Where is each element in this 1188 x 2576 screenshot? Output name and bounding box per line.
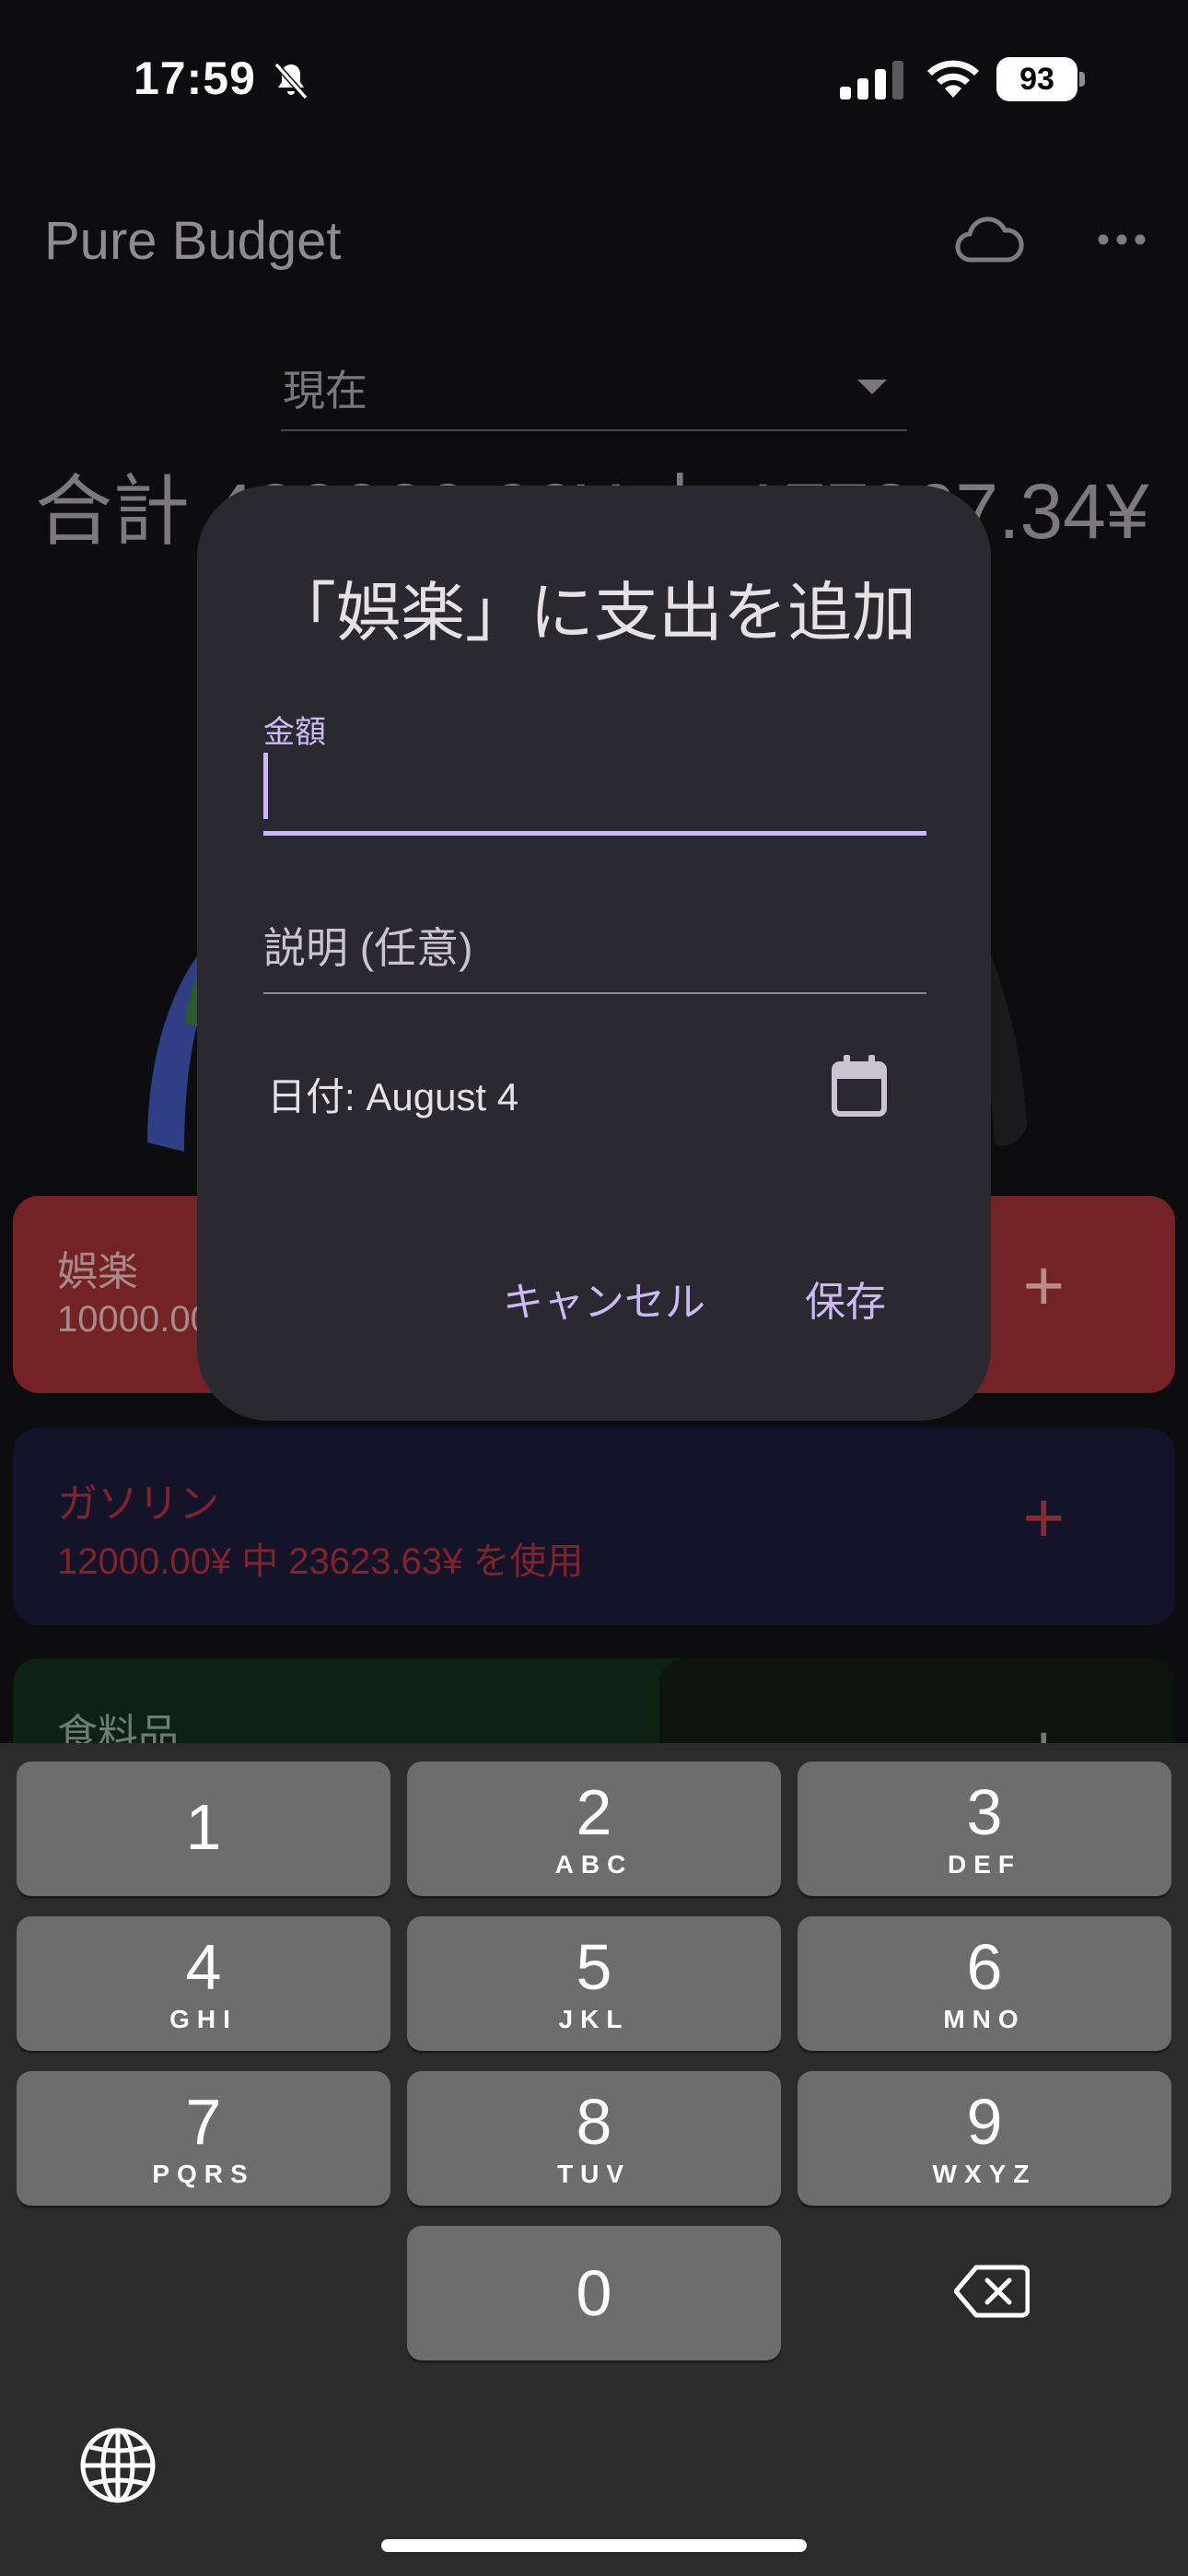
save-button[interactable]: 保存 — [798, 1259, 893, 1337]
status-time: 17:59 — [134, 53, 256, 104]
cancel-button[interactable]: キャンセル — [495, 1259, 713, 1337]
key-7[interactable]: 7 PQRS — [17, 2071, 390, 2206]
app-title: Pure Budget — [44, 211, 342, 271]
bell-slash-icon — [274, 62, 309, 100]
dropdown-caret-icon — [857, 380, 887, 394]
key-9[interactable]: 9 WXYZ — [798, 2071, 1171, 2206]
period-dropdown[interactable]: 現在 — [281, 350, 907, 431]
key-5[interactable]: 5 JKL — [407, 1916, 781, 2051]
key-0[interactable]: 0 — [407, 2226, 781, 2360]
key-4[interactable]: 4 GHI — [17, 1916, 390, 2051]
battery-percent: 93 — [1019, 62, 1054, 97]
cellular-signal-icon — [840, 61, 903, 100]
description-input[interactable]: 説明 (任意) — [263, 863, 926, 994]
category-card-gasoline[interactable]: ガソリン 12000.00¥ 中 23623.63¥ を使用 + — [13, 1428, 1175, 1625]
period-value: 現在 — [283, 367, 367, 415]
date-label: 日付: August 4 — [267, 1075, 519, 1118]
battery-indicator: 93 — [996, 57, 1085, 101]
category-name: ガソリン — [57, 1481, 219, 1527]
calendar-icon[interactable] — [831, 1055, 888, 1118]
amount-label: 金額 — [263, 715, 326, 750]
globe-icon[interactable] — [79, 2427, 157, 2504]
key-6[interactable]: 6 MNO — [798, 1916, 1171, 2051]
category-name: 娯楽 — [57, 1249, 138, 1294]
backspace-icon[interactable] — [954, 2264, 1030, 2319]
add-expense-plus-icon[interactable]: + — [1022, 1249, 1065, 1321]
amount-input[interactable] — [263, 747, 926, 836]
dialog-title: 「娯楽」に支出を追加 — [272, 577, 916, 649]
category-amount: 12000.00¥ 中 23623.63¥ を使用 — [57, 1541, 584, 1582]
wifi-icon — [927, 60, 979, 98]
text-cursor — [263, 753, 268, 819]
key-8[interactable]: 8 TUV — [407, 2071, 781, 2206]
status-bar: 17:59 93 — [0, 0, 1188, 157]
description-placeholder: 説明 (任意) — [263, 924, 473, 972]
cloud-icon[interactable] — [953, 214, 1025, 265]
key-2[interactable]: 2 ABC — [407, 1762, 781, 1896]
home-indicator[interactable] — [381, 2539, 807, 2552]
key-1[interactable]: 1 — [17, 1762, 390, 1896]
add-expense-plus-icon[interactable]: + — [1022, 1481, 1065, 1553]
numeric-keyboard: 1 2 ABC 3 DEF 4 GHI 5 JKL 6 MNO 7 PQRS 8… — [0, 1743, 1188, 2576]
key-3[interactable]: 3 DEF — [798, 1762, 1171, 1896]
more-horizontal-icon[interactable] — [1096, 228, 1147, 251]
add-expense-dialog: 「娯楽」に支出を追加 金額 説明 (任意) 日付: August 4 キャンセル… — [197, 486, 991, 1421]
